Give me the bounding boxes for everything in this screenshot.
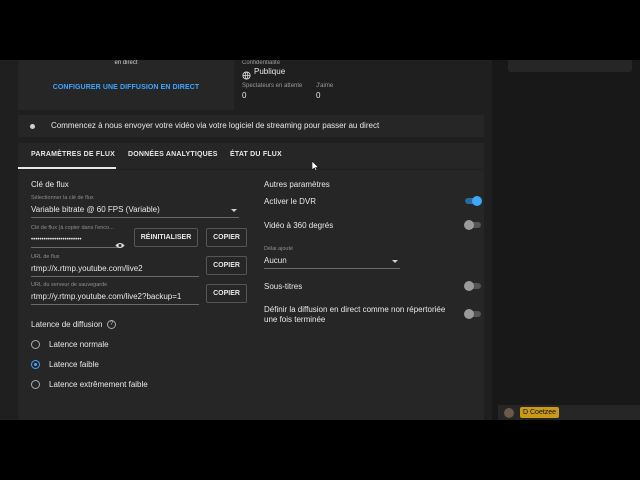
globe-icon bbox=[242, 67, 251, 80]
delay-select[interactable]: Délai ajouté Aucun bbox=[264, 246, 400, 269]
status-banner: Commencez à nous envoyer votre vidéo via… bbox=[18, 115, 484, 137]
delay-label: Délai ajouté bbox=[264, 246, 294, 252]
subtitles-toggle[interactable] bbox=[464, 281, 482, 291]
configure-stream-link[interactable]: CONFIGURER UNE DIFFUSION EN DIRECT bbox=[18, 84, 234, 91]
stream-key-masked-value: •••••••••••••••••••••••• bbox=[31, 237, 82, 243]
likes-label: J'aime bbox=[316, 83, 334, 89]
radio-latency-ultra-low[interactable] bbox=[31, 380, 40, 389]
dvr-toggle[interactable] bbox=[464, 196, 482, 206]
backup-url-value: rtmp://y.rtmp.youtube.com/live2?backup=1 bbox=[31, 292, 182, 301]
stream-url-value: rtmp://x.rtmp.youtube.com/live2 bbox=[31, 264, 143, 273]
stream-key-select-value: Variable bitrate @ 60 FPS (Variable) bbox=[31, 205, 160, 214]
tab-stream-health[interactable]: ÉTAT DU FLUX bbox=[230, 151, 282, 158]
stream-key-title: Clé de flux bbox=[31, 180, 69, 189]
copy-backup-button[interactable]: COPIER bbox=[206, 284, 247, 303]
right-card bbox=[508, 60, 632, 72]
main-content: en direct CONFIGURER UNE DIFFUSION EN DI… bbox=[8, 60, 492, 420]
left-nav-strip bbox=[0, 60, 8, 420]
avatar bbox=[504, 408, 514, 418]
copy-key-button[interactable]: COPIER bbox=[206, 228, 247, 247]
radio-latency-low[interactable] bbox=[31, 360, 40, 369]
unlisted-label-line2: une fois terminée bbox=[264, 315, 326, 324]
copy-url-button[interactable]: COPIER bbox=[206, 256, 247, 275]
latency-ultra-low-label: Latence extrêmement faible bbox=[49, 380, 148, 389]
chat-message: D Coetzee bbox=[498, 405, 640, 420]
status-dot bbox=[30, 124, 35, 129]
tab-bar: PARAMÈTRES DE FLUX DONNÉES ANALYTIQUES É… bbox=[18, 143, 484, 172]
video360-toggle[interactable] bbox=[464, 220, 482, 230]
chat-user-name: D Coetzee bbox=[520, 407, 560, 418]
help-icon[interactable]: ? bbox=[107, 320, 116, 329]
right-sidebar: D Coetzee bbox=[492, 60, 640, 420]
unlisted-label-line1: Définir la diffusion en direct comme non… bbox=[264, 305, 446, 314]
live-caption: en direct bbox=[114, 60, 138, 66]
chevron-down-icon bbox=[392, 260, 398, 263]
stream-key-field[interactable]: Clé de flux (à copier dans l'enco... •••… bbox=[31, 225, 119, 248]
waiting-viewers-value: 0 bbox=[242, 91, 247, 100]
reset-key-button[interactable]: RÉINITIALISER bbox=[134, 228, 198, 247]
confidentiality-value: Publique bbox=[254, 67, 286, 76]
stream-key-select-label: Sélectionner la clé de flux bbox=[31, 195, 94, 201]
eye-icon[interactable] bbox=[115, 236, 125, 254]
latency-low-label: Latence faible bbox=[49, 360, 99, 369]
latency-title: Latence de diffusion bbox=[31, 320, 103, 329]
stream-key-field-label: Clé de flux (à copier dans l'enco... bbox=[31, 225, 114, 231]
subtitles-label: Sous-titres bbox=[264, 282, 303, 291]
video360-label: Vidéo à 360 degrés bbox=[264, 221, 334, 230]
delay-value: Aucun bbox=[264, 256, 287, 265]
backup-url-label: URL du serveur de sauvegarde bbox=[31, 282, 108, 288]
radio-latency-normal[interactable] bbox=[31, 340, 40, 349]
chevron-down-icon bbox=[231, 209, 237, 212]
confidentiality-label: Confidentialité bbox=[242, 60, 281, 66]
latency-normal-label: Latence normale bbox=[49, 340, 109, 349]
stream-settings-panel: Clé de flux Sélectionner la clé de flux … bbox=[18, 170, 484, 420]
unlisted-toggle[interactable] bbox=[464, 309, 482, 319]
active-tab-indicator bbox=[18, 167, 116, 169]
banner-text: Commencez à nous envoyer votre vidéo via… bbox=[51, 121, 380, 130]
tab-analytics[interactable]: DONNÉES ANALYTIQUES bbox=[128, 151, 218, 158]
preview-box: en direct CONFIGURER UNE DIFFUSION EN DI… bbox=[18, 60, 234, 110]
studio-window: en direct CONFIGURER UNE DIFFUSION EN DI… bbox=[0, 60, 640, 420]
dvr-label: Activer le DVR bbox=[264, 197, 317, 206]
other-settings-title: Autres paramètres bbox=[264, 180, 330, 189]
stream-key-select[interactable]: Sélectionner la clé de flux Variable bit… bbox=[31, 195, 239, 218]
likes-value: 0 bbox=[316, 91, 321, 100]
waiting-viewers-label: Spectateurs en attente bbox=[242, 83, 303, 89]
backup-url-field[interactable]: URL du serveur de sauvegarde rtmp://y.rt… bbox=[31, 282, 199, 305]
stream-url-label: URL de flux bbox=[31, 254, 60, 260]
tab-stream-settings[interactable]: PARAMÈTRES DE FLUX bbox=[31, 151, 115, 158]
stream-url-field[interactable]: URL de flux rtmp://x.rtmp.youtube.com/li… bbox=[31, 254, 199, 277]
